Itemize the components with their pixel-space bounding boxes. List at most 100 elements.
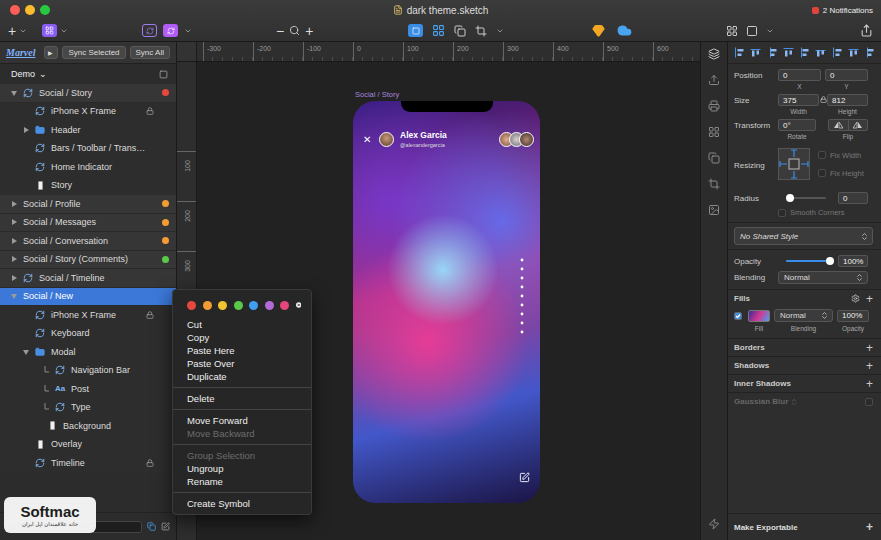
opacity-field[interactable]: 100%	[838, 255, 868, 267]
play-button[interactable]: ▶	[44, 46, 59, 59]
layer-row[interactable]: iPhone X Frame	[0, 103, 176, 122]
disclosure-triangle-icon[interactable]	[11, 90, 17, 96]
height-field[interactable]: 812	[827, 94, 868, 106]
smooth-corners-option[interactable]: Smooth Corners	[778, 208, 873, 217]
layer-row[interactable]: Social / Conversation	[0, 232, 176, 251]
resizing-diagram-icon[interactable]	[778, 148, 810, 180]
inspector-section[interactable]: Inner Shadows+	[728, 374, 881, 392]
align-icon[interactable]	[848, 47, 859, 58]
blending-dropdown[interactable]: Normal	[778, 271, 868, 284]
story-close-button[interactable]: ✕	[363, 134, 373, 145]
menu-item[interactable]: Paste Here	[173, 344, 311, 357]
lock-icon[interactable]	[146, 459, 154, 467]
arrange-icon[interactable]	[454, 25, 466, 37]
layer-row[interactable]: Navigation Bar	[0, 362, 176, 381]
layer-row[interactable]: Social / New	[0, 288, 176, 307]
shared-style-dropdown[interactable]: No Shared Style	[734, 227, 873, 245]
menu-item[interactable]: Create Symbol	[173, 497, 311, 510]
color-tag-option[interactable]	[187, 301, 196, 310]
layer-row[interactable]: Story	[0, 177, 176, 196]
layer-row[interactable]: iPhone X Frame	[0, 306, 176, 325]
disclosure-triangle-icon[interactable]	[23, 127, 29, 133]
y-field[interactable]: 0	[825, 69, 868, 81]
disclosure-triangle-icon[interactable]	[11, 219, 17, 225]
layer-row[interactable]: Timeline	[0, 454, 176, 473]
rotate-field[interactable]: 0°	[778, 119, 816, 131]
layer-row[interactable]: Home Indicator	[0, 158, 176, 177]
color-tag-option[interactable]	[234, 301, 243, 310]
zoom-button[interactable]	[40, 5, 50, 15]
layout-icon[interactable]	[708, 126, 720, 138]
layer-row[interactable]: Modal	[0, 343, 176, 362]
upload-cloud-icon[interactable]	[617, 23, 632, 38]
crop-icon[interactable]	[475, 25, 487, 37]
prototype-icon[interactable]	[708, 518, 720, 530]
opacity-slider[interactable]	[786, 256, 830, 266]
compose-icon[interactable]	[519, 472, 530, 483]
minimize-button[interactable]	[25, 5, 35, 15]
grid-icon[interactable]	[432, 24, 445, 37]
layer-row[interactable]: AaPost	[0, 380, 176, 399]
layer-row[interactable]: Keyboard	[0, 325, 176, 344]
fill-checkbox[interactable]	[734, 312, 742, 320]
zoom-in-button[interactable]: +	[305, 24, 313, 38]
x-field[interactable]: 0	[778, 69, 821, 81]
resizing-option[interactable]: Fix Width	[818, 151, 873, 160]
disclosure-triangle-icon[interactable]	[11, 293, 17, 299]
zoom-out-button[interactable]: −	[276, 24, 284, 38]
align-icon[interactable]	[750, 47, 761, 58]
crop-icon[interactable]	[708, 178, 720, 190]
resizing-option[interactable]: Fix Height	[818, 169, 873, 178]
smooth-corners-checkbox[interactable]	[778, 209, 786, 217]
layer-row[interactable]: Bars / Toolbar / Trans…	[0, 140, 176, 159]
disclosure-triangle-icon[interactable]	[23, 349, 29, 355]
layer-row[interactable]: Social / Story	[0, 84, 176, 103]
ratio-lock-icon[interactable]	[820, 96, 827, 103]
components-icon[interactable]	[708, 152, 720, 164]
disclosure-triangle-icon[interactable]	[11, 275, 17, 281]
menu-item[interactable]: Move Forward	[173, 414, 311, 427]
lock-icon[interactable]	[146, 311, 154, 319]
duplicate-icon[interactable]	[147, 522, 156, 531]
close-button[interactable]	[10, 5, 20, 15]
color-tag-option[interactable]	[280, 301, 289, 310]
color-tag-option[interactable]	[265, 301, 274, 310]
pages-toggle-icon[interactable]	[159, 70, 168, 79]
menu-item[interactable]: Rename	[173, 475, 311, 488]
inspector-section[interactable]: Shadows+	[728, 356, 881, 374]
radius-slider[interactable]	[790, 193, 826, 203]
flip-vertical-button[interactable]	[848, 120, 868, 130]
add-button[interactable]: +	[866, 342, 873, 354]
layer-row[interactable]: Background	[0, 417, 176, 436]
layout-icon[interactable]	[746, 25, 758, 37]
inspector-section[interactable]: Gaussian Blur	[728, 392, 881, 410]
layer-row[interactable]: Social / Story (Comments)	[0, 251, 176, 270]
inspector-section[interactable]: Borders+	[728, 338, 881, 356]
width-field[interactable]: 375	[778, 94, 819, 106]
add-export-button[interactable]: +	[866, 521, 873, 533]
add-button[interactable]: +	[866, 360, 873, 372]
notifications[interactable]: 2 Notifications	[812, 6, 873, 15]
sync-button[interactable]: Sync Selected	[62, 46, 125, 59]
symbols-button[interactable]	[42, 24, 57, 37]
override-button[interactable]	[163, 24, 178, 37]
radius-field[interactable]: 0	[838, 192, 868, 204]
align-icon[interactable]	[767, 47, 778, 58]
layer-row[interactable]: Social / Profile	[0, 195, 176, 214]
menu-item[interactable]: Ungroup	[173, 462, 311, 475]
zoom-icon[interactable]	[289, 25, 300, 36]
menu-item[interactable]: Duplicate	[173, 370, 311, 383]
fill-swatch[interactable]	[748, 310, 770, 322]
color-tag-option[interactable]	[249, 301, 258, 310]
sketch-cloud-icon[interactable]	[592, 24, 605, 37]
layer-row[interactable]: Social / Messages	[0, 214, 176, 233]
layer-row[interactable]: Overlay	[0, 436, 176, 455]
page-selector[interactable]: Demo⌄	[0, 64, 176, 84]
fill-blending-dropdown[interactable]: Normal	[774, 309, 833, 322]
view-icon[interactable]	[726, 25, 738, 37]
align-icon[interactable]	[832, 47, 843, 58]
sync-button[interactable]: Sync All	[130, 46, 170, 59]
create-symbol-button[interactable]	[142, 24, 157, 37]
slider-knob[interactable]	[786, 194, 794, 202]
layer-row[interactable]: Social / Timeline	[0, 269, 176, 288]
